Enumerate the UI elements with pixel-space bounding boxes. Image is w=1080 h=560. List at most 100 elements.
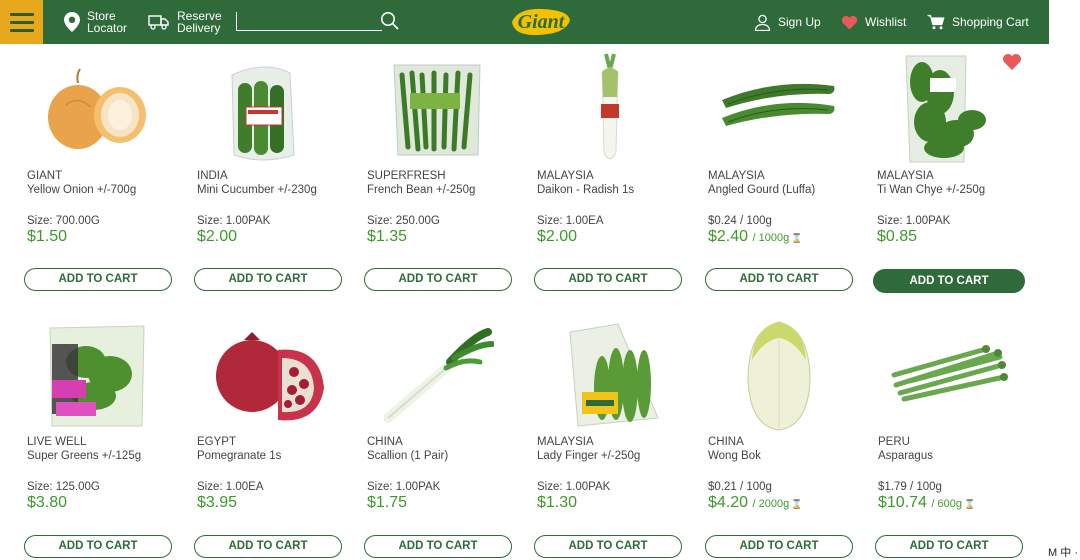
product-origin: EGYPT <box>197 436 236 448</box>
add-to-cart-button-active[interactable]: ADD TO CART <box>873 269 1025 293</box>
product-name[interactable]: Super Greens +/-125g <box>27 450 141 462</box>
price-weight-unit: / 2000g <box>752 498 790 510</box>
reserve-delivery-link[interactable]: Reserve Delivery <box>148 0 222 44</box>
product-unit-price: $0.21 / 100g <box>708 481 772 493</box>
menu-icon-line <box>9 20 34 24</box>
weight-icon: ⌛ <box>791 233 803 243</box>
product-image-daikon[interactable] <box>580 52 730 162</box>
reserve-line-2: Delivery <box>177 21 221 35</box>
add-to-cart-button[interactable]: ADD TO CART <box>705 535 853 558</box>
product-size: Size: 1.00PAK <box>537 481 611 493</box>
product-origin: CHINA <box>708 436 744 448</box>
wishlist-heart-icon[interactable] <box>1002 53 1022 76</box>
product-name[interactable]: Daikon - Radish 1s <box>537 184 634 196</box>
weight-icon: ⌛ <box>963 499 976 509</box>
add-to-cart-button[interactable]: ADD TO CART <box>534 268 682 291</box>
wishlist-link[interactable]: Wishlist <box>841 0 906 44</box>
search-field[interactable] <box>236 12 382 31</box>
product-image-ti-wan-chye[interactable] <box>900 52 1050 163</box>
product-price: $10.74 / 600g ⌛ <box>878 494 976 511</box>
product-size: Size: 1.00PAK <box>877 215 951 227</box>
product-origin: MALAYSIA <box>877 170 934 182</box>
product-size: Size: 1.00EA <box>197 481 264 493</box>
add-to-cart-button[interactable]: ADD TO CART <box>705 268 853 291</box>
weight-icon: ⌛ <box>791 499 803 509</box>
add-to-cart-button[interactable]: ADD TO CART <box>534 535 682 558</box>
product-origin: GIANT <box>27 170 63 182</box>
add-to-cart-button[interactable]: ADD TO CART <box>194 268 342 291</box>
menu-icon-line <box>9 28 34 32</box>
product-image-asparagus[interactable] <box>890 345 1040 455</box>
product-name[interactable]: French Bean +/-250g <box>367 184 475 196</box>
product-image-onion[interactable] <box>36 55 186 165</box>
product-price: $2.00 <box>537 228 578 245</box>
product-name[interactable]: Lady Finger +/-250g <box>537 450 640 462</box>
product-price: $2.40 / 1000g ⌛ <box>708 228 803 245</box>
add-to-cart-button[interactable]: ADD TO CART <box>24 268 172 291</box>
product-name[interactable]: Scallion (1 Pair) <box>367 450 448 462</box>
product-name[interactable]: Mini Cucumber +/-230g <box>197 184 317 196</box>
product-image-scallion[interactable] <box>383 328 534 438</box>
store-locator-link[interactable]: Store Locator <box>64 0 127 44</box>
menu-icon-line <box>9 12 34 16</box>
location-pin-icon <box>64 12 80 32</box>
product-size: Size: 250.00G <box>367 215 440 227</box>
delivery-truck-icon <box>148 14 170 30</box>
product-image-lady-finger[interactable] <box>560 322 710 432</box>
top-navigation-bar: Store Locator Reserve Delivery Giant Sig… <box>0 0 1049 44</box>
product-origin: LIVE WELL <box>27 436 87 448</box>
search-input[interactable] <box>237 12 382 30</box>
add-to-cart-button[interactable]: ADD TO CART <box>875 535 1023 558</box>
product-name[interactable]: Asparagus <box>878 450 933 462</box>
product-price: $4.20 / 2000g ⌛ <box>708 494 803 511</box>
shopping-cart-icon <box>927 14 945 30</box>
menu-button[interactable] <box>0 0 43 44</box>
price-weight-unit: / 600g <box>931 498 962 510</box>
product-origin: CHINA <box>367 436 403 448</box>
shopping-cart-link[interactable]: Shopping Cart <box>927 0 1029 44</box>
user-icon <box>754 14 771 31</box>
product-image-salad-bag[interactable] <box>46 322 196 432</box>
product-name[interactable]: Angled Gourd (Luffa) <box>708 184 815 196</box>
product-origin: INDIA <box>197 170 228 182</box>
product-name[interactable]: Pomegranate 1s <box>197 450 281 462</box>
add-to-cart-button[interactable]: ADD TO CART <box>24 535 172 558</box>
product-name[interactable]: Yellow Onion +/-700g <box>27 184 136 196</box>
wishlist-label: Wishlist <box>865 15 907 29</box>
product-price: $3.95 <box>197 494 238 511</box>
product-size: Size: 1.00PAK <box>197 215 271 227</box>
product-origin: MALAYSIA <box>537 436 594 448</box>
product-price: $1.30 <box>537 494 578 511</box>
add-to-cart-button[interactable]: ADD TO CART <box>364 535 512 558</box>
product-unit-price: $0.24 / 100g <box>708 215 772 227</box>
product-image-pomegranate[interactable] <box>208 328 358 438</box>
logo-text: Giant <box>518 11 566 33</box>
giant-logo[interactable]: Giant <box>508 4 574 40</box>
product-price: $2.00 <box>197 228 238 245</box>
heart-icon <box>841 15 858 30</box>
product-origin: SUPERFRESH <box>367 170 446 182</box>
product-price: $0.85 <box>877 228 918 245</box>
product-origin: MALAYSIA <box>537 170 594 182</box>
product-origin: PERU <box>878 436 910 448</box>
product-image-luffa[interactable] <box>716 70 866 180</box>
product-price: $1.35 <box>367 228 408 245</box>
product-name[interactable]: Ti Wan Chye +/-250g <box>877 184 985 196</box>
product-price: $3.80 <box>27 494 68 511</box>
product-name[interactable]: Wong Bok <box>708 450 761 462</box>
add-to-cart-button[interactable]: ADD TO CART <box>194 535 342 558</box>
shopping-cart-label: Shopping Cart <box>952 15 1029 29</box>
product-origin: MALAYSIA <box>708 170 765 182</box>
store-line-2: Locator <box>87 21 128 35</box>
ime-status-indicator[interactable]: M 中 · <box>1046 544 1080 560</box>
product-image-french-bean[interactable] <box>388 55 538 165</box>
price-weight-unit: / 1000g <box>752 232 790 244</box>
product-price: $1.50 <box>27 228 68 245</box>
search-icon[interactable] <box>380 11 400 36</box>
add-to-cart-button[interactable]: ADD TO CART <box>364 268 512 291</box>
sign-up-label: Sign Up <box>778 15 821 29</box>
product-image-cucumber[interactable] <box>220 55 370 165</box>
product-size: Size: 125.00G <box>27 481 100 493</box>
sign-up-link[interactable]: Sign Up <box>754 0 821 44</box>
product-image-wong-bok[interactable] <box>744 320 894 431</box>
